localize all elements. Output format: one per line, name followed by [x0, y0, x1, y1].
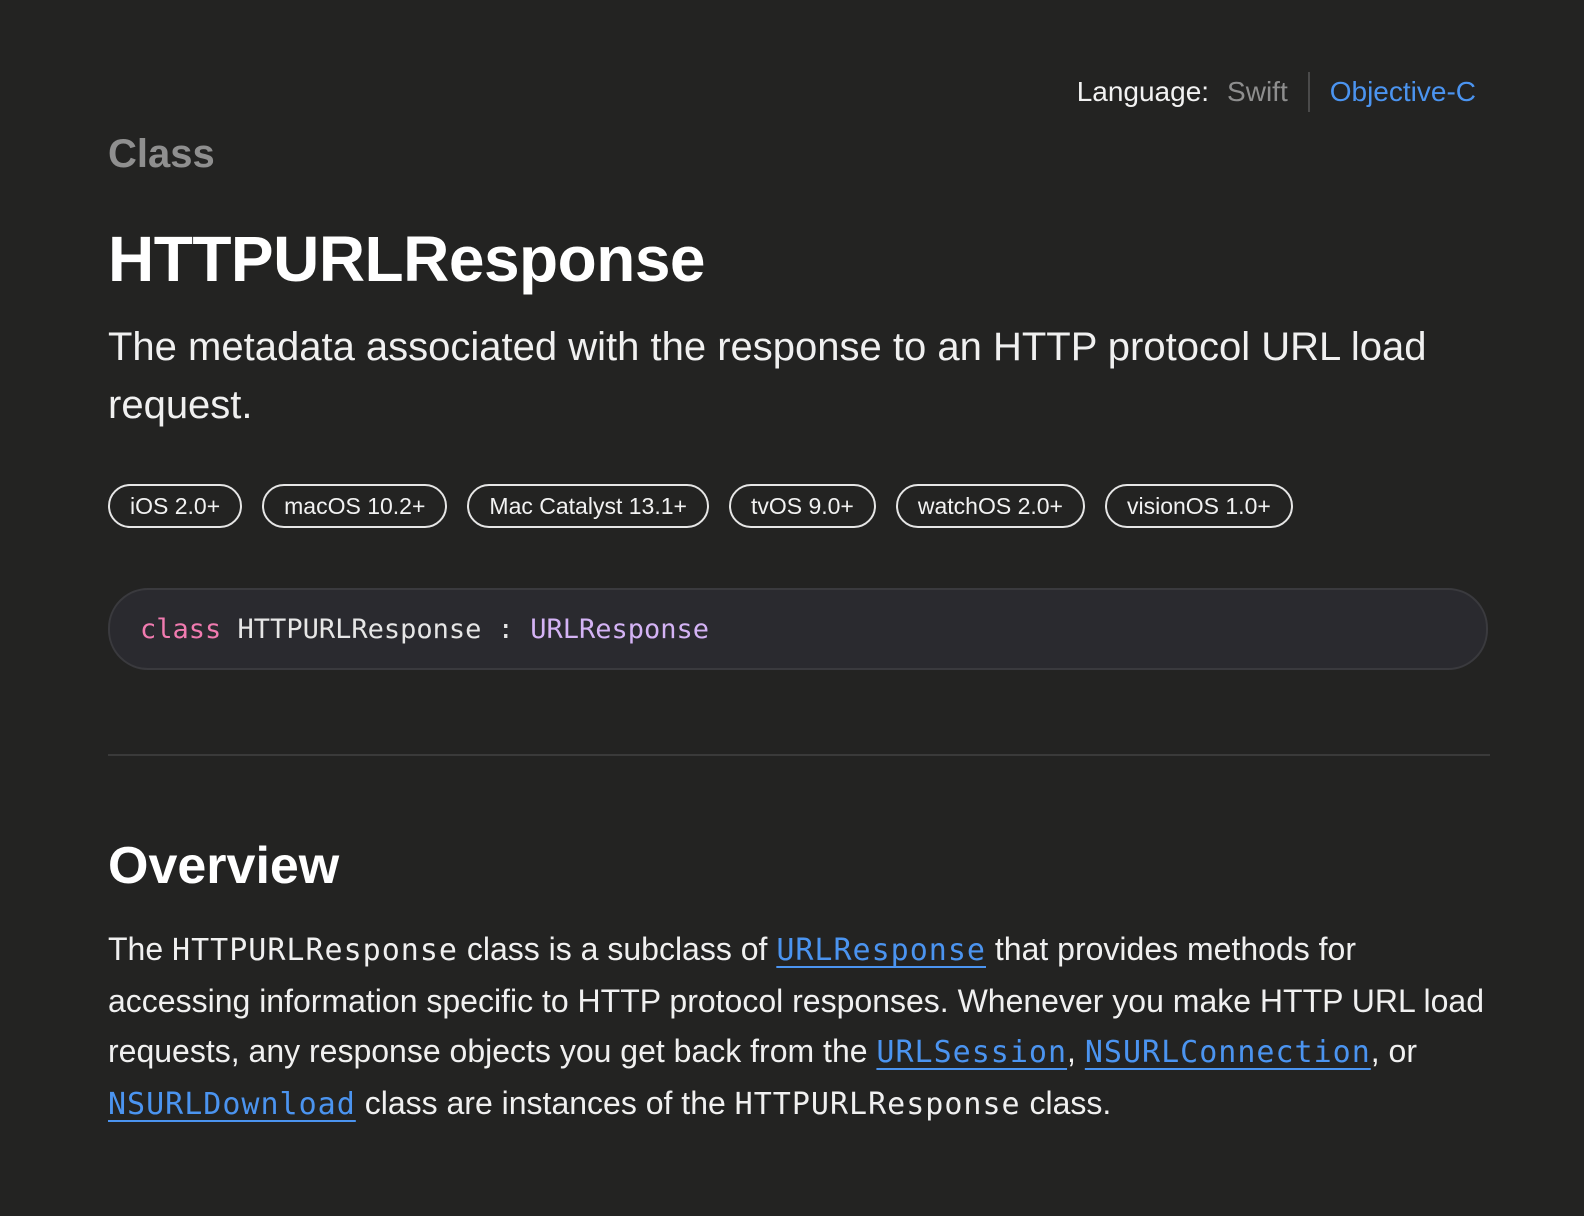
platform-badge-mac-catalyst[interactable]: Mac Catalyst 13.1+	[467, 484, 709, 528]
language-option-swift[interactable]: Swift	[1227, 76, 1288, 108]
link-urlresponse[interactable]: URLResponse	[776, 933, 986, 968]
declaration-code-block: class HTTPURLResponse : URLResponse	[108, 588, 1488, 670]
platform-badge-visionos[interactable]: visionOS 1.0+	[1104, 484, 1293, 528]
overview-text: ,	[1067, 1033, 1085, 1069]
platform-badge-tvos[interactable]: tvOS 9.0+	[728, 484, 876, 528]
language-divider	[1307, 72, 1310, 112]
overview-text: class is a subclass of	[457, 931, 777, 967]
declaration-separator: :	[497, 613, 514, 645]
platform-badge-ios[interactable]: iOS 2.0+	[108, 484, 243, 528]
overview-text: The	[108, 931, 173, 967]
declaration-keyword: class	[140, 613, 222, 645]
overview-text: class are instances of the	[355, 1085, 735, 1121]
page-title: HTTPURLResponse	[108, 223, 706, 295]
platform-badge-watchos[interactable]: watchOS 2.0+	[895, 484, 1085, 528]
platform-availability: iOS 2.0+ macOS 10.2+ Mac Catalyst 13.1+ …	[108, 484, 1293, 528]
section-divider	[108, 754, 1490, 756]
link-urlsession[interactable]: URLSession	[876, 1035, 1067, 1070]
inline-code: HTTPURLResponse	[734, 1087, 1021, 1122]
overview-paragraph: The HTTPURLResponse class is a subclass …	[108, 924, 1490, 1130]
platform-badge-macos[interactable]: macOS 10.2+	[262, 484, 448, 528]
abstract: The metadata associated with the respons…	[108, 325, 1427, 427]
overview-text: , or	[1370, 1033, 1417, 1069]
overview-heading: Overview	[108, 837, 340, 895]
inline-code: HTTPURLResponse	[172, 933, 458, 968]
link-nsurldownload[interactable]: NSURLDownload	[108, 1087, 356, 1122]
declaration-name: HTTPURLResponse	[237, 613, 482, 645]
overview-text: class.	[1020, 1085, 1112, 1121]
link-nsurlconnection[interactable]: NSURLConnection	[1085, 1035, 1371, 1070]
declaration-superclass-link[interactable]: URLResponse	[530, 614, 709, 645]
symbol-kind: Class	[108, 132, 215, 176]
language-switcher: Language: Swift Objective-C	[1077, 70, 1476, 114]
language-label: Language:	[1076, 76, 1210, 107]
language-option-objective-c[interactable]: Objective-C	[1330, 76, 1476, 108]
